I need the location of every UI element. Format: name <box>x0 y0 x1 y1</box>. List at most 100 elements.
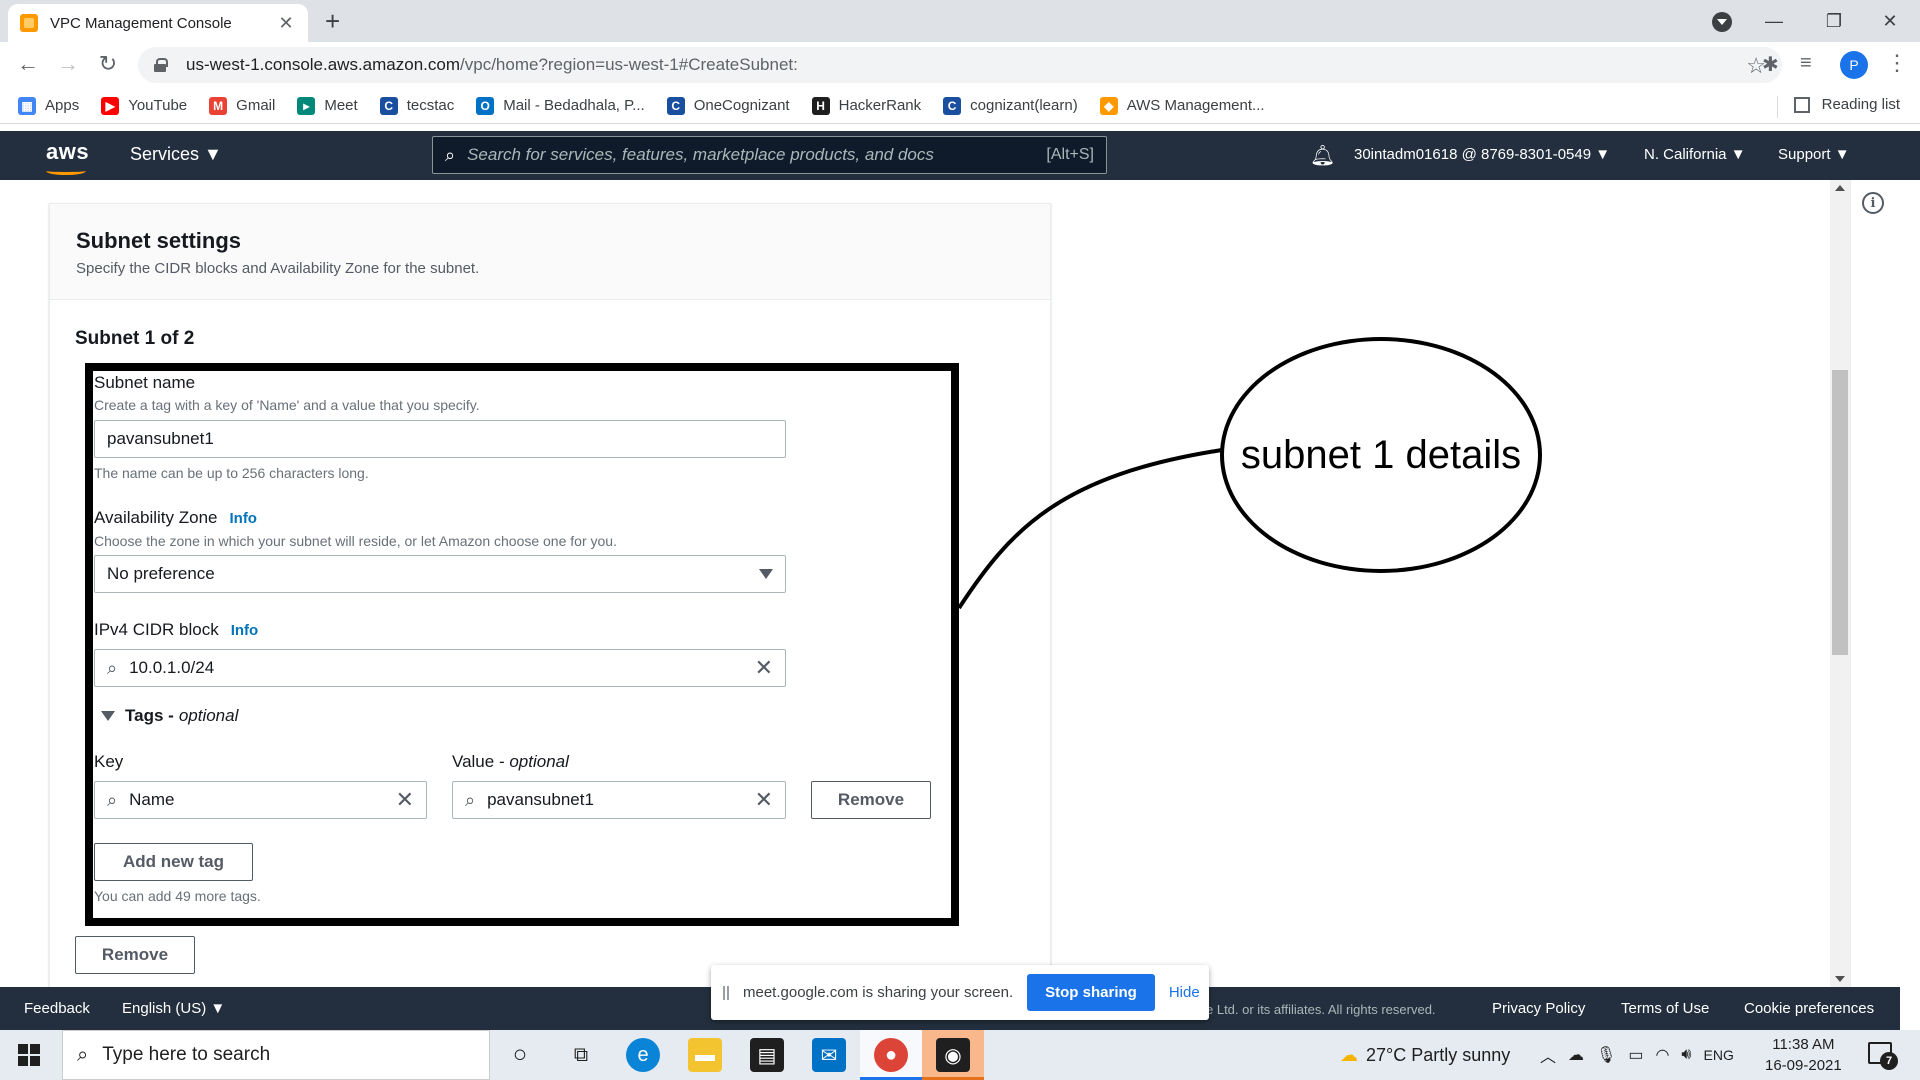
apps-grid-icon: ▦ <box>18 96 36 115</box>
panel-title: Subnet settings <box>76 228 242 253</box>
bookmark-item[interactable]: ▦ Apps <box>18 96 80 115</box>
aws-search-input[interactable]: ⌕ Search for services, features, marketp… <box>432 136 1107 174</box>
bookmarks-bar: ▦ Apps ▶ YouTube M Gmail ▸ Meet Ctecstac O Mail - … <box>0 88 1920 124</box>
tab-title: VPC Management Console <box>50 14 232 32</box>
windows-start-icon[interactable] <box>18 1044 40 1066</box>
partly-sunny-icon: ☁ <box>1340 1044 1358 1065</box>
notification-count: 7 <box>1880 1052 1898 1070</box>
windows-taskbar: ⌕ Type here to search ○ ⧉ e ▬ ▤ ✉ ● ◉ ☁ … <box>0 1030 1920 1080</box>
hackerrank-icon: H <box>811 96 830 115</box>
show-hidden-icons-icon[interactable]: ︿ <box>1540 1043 1556 1067</box>
file-explorer-icon[interactable]: ▬ <box>688 1038 722 1072</box>
volume-icon[interactable]: 🔊︎ <box>1681 1046 1691 1064</box>
remove-subnet-button[interactable]: Remove <box>75 936 195 974</box>
callout-text: subnet 1 details <box>1240 432 1522 477</box>
bookmark-label: cognizant(learn) <box>970 97 1078 114</box>
minimize-button[interactable]: — <box>1746 0 1802 42</box>
youtube-icon: ▶ <box>101 96 120 115</box>
battery-icon[interactable]: ▭ <box>1628 1045 1643 1065</box>
weather-text: 27°C Partly sunny <box>1366 1044 1511 1065</box>
profile-avatar[interactable]: P <box>1840 51 1868 79</box>
browser-toolbar: ← → ↻ us-west-1.console.aws.amazon.com/v… <box>0 42 1920 88</box>
feedback-link[interactable]: Feedback <box>24 1000 90 1017</box>
bookmark-item[interactable]: O Mail - Bedadhala, P... <box>476 96 645 115</box>
bookmark-label: Gmail <box>236 97 276 114</box>
close-window-button[interactable]: ✕ <box>1862 0 1918 42</box>
extensions-puzzle-icon[interactable]: ✱ <box>1762 52 1779 77</box>
region-menu[interactable]: N. California ▼ <box>1644 146 1746 163</box>
screen-capture-app-icon[interactable]: ◉ <box>936 1038 970 1072</box>
cookie-preferences-link[interactable]: Cookie preferences <box>1744 1000 1874 1017</box>
services-menu[interactable]: Services ▼ <box>130 144 222 165</box>
gmail-icon: M <box>209 96 228 115</box>
bookmark-label: Apps <box>45 97 80 114</box>
cognizant-learn-icon: C <box>943 96 962 115</box>
weather-widget[interactable]: ☁ 27°C Partly sunny <box>1340 1030 1510 1080</box>
reading-list-label: Reading list <box>1821 96 1900 113</box>
taskbar-search-box[interactable]: ⌕ Type here to search <box>62 1030 490 1080</box>
annotation-highlight-box <box>85 363 959 926</box>
bookmark-item[interactable]: ▶ YouTube <box>101 96 187 115</box>
maximize-button[interactable]: ❐ <box>1806 0 1862 42</box>
bookmark-item[interactable]: H HackerRank <box>811 96 921 115</box>
browser-tab-vpc[interactable]: VPC Management Console ✕ <box>8 4 308 42</box>
task-view-icon[interactable]: ⧉ <box>564 1038 598 1072</box>
stop-sharing-button[interactable]: Stop sharing <box>1027 974 1155 1011</box>
microphone-icon[interactable]: 🎙︎ <box>1596 1045 1616 1065</box>
support-menu[interactable]: Support ▼ <box>1778 146 1850 163</box>
drag-handle-icon[interactable] <box>723 985 729 1000</box>
system-clock[interactable]: 11:38 AM 16-09-2021 <box>1765 1034 1842 1076</box>
scroll-up-icon[interactable] <box>1835 185 1845 191</box>
page-scrollbar[interactable] <box>1830 180 1850 987</box>
tab-close-icon[interactable]: ✕ <box>276 13 296 34</box>
forward-arrow-icon[interactable]: → <box>52 48 84 80</box>
aws-top-navigation: aws Services ▼ ⌕ Search for services, fe… <box>0 131 1920 180</box>
scroll-thumb[interactable] <box>1832 370 1848 655</box>
hide-sharing-button[interactable]: Hide <box>1169 984 1200 1001</box>
mail-icon[interactable]: ✉ <box>812 1038 846 1072</box>
clock-time: 11:38 AM <box>1772 1036 1835 1053</box>
address-bar[interactable]: us-west-1.console.aws.amazon.com/vpc/hom… <box>138 47 1782 83</box>
input-language[interactable]: ENG <box>1704 1047 1734 1063</box>
new-tab-button[interactable]: + <box>325 6 340 37</box>
notifications-bell-icon[interactable]: 🔔︎ <box>1310 143 1335 168</box>
annotation-callout-bubble: subnet 1 details <box>1220 337 1542 573</box>
back-arrow-icon[interactable]: ← <box>12 48 44 80</box>
privacy-policy-link[interactable]: Privacy Policy <box>1492 1000 1585 1017</box>
panel-header: Subnet settings Specify the CIDR blocks … <box>50 204 1050 300</box>
cortana-icon[interactable]: ○ <box>503 1038 537 1072</box>
screen-sharing-bar: meet.google.com is sharing your screen. … <box>711 965 1209 1020</box>
bookmark-item[interactable]: ▸ Meet <box>297 96 358 115</box>
bookmark-item[interactable]: M Gmail <box>209 96 276 115</box>
bookmark-item[interactable]: C OneCognizant <box>666 96 790 115</box>
aws-logo[interactable]: aws <box>46 139 89 175</box>
notification-center-icon[interactable]: 7 <box>1868 1042 1898 1070</box>
wifi-icon[interactable]: ◠ <box>1655 1045 1669 1065</box>
edge-browser-icon[interactable]: e <box>626 1038 660 1072</box>
bookmark-item[interactable]: Ccognizant(learn) <box>943 96 1078 115</box>
terms-of-use-link[interactable]: Terms of Use <box>1621 1000 1709 1017</box>
system-tray: ︿ ☁ 🎙︎ ▭ ◠ 🔊︎ ENG <box>1540 1030 1734 1080</box>
microsoft-store-icon[interactable]: ▤ <box>750 1038 784 1072</box>
media-queue-icon[interactable]: ≡ <box>1800 52 1812 75</box>
bookmark-item[interactable]: Ctecstac <box>379 96 455 115</box>
reload-icon[interactable]: ↻ <box>92 48 124 80</box>
browser-menu-icon[interactable]: ⋮ <box>1886 50 1908 76</box>
bookmark-label: Mail - Bedadhala, P... <box>503 97 645 114</box>
browser-tab-strip: VPC Management Console ✕ + — ❐ ✕ <box>0 0 1920 42</box>
scroll-down-icon[interactable] <box>1835 976 1845 982</box>
onedrive-icon[interactable]: ☁ <box>1568 1045 1584 1065</box>
meet-icon: ▸ <box>297 96 316 115</box>
bookmarks-separator <box>1777 96 1778 118</box>
chrome-icon[interactable]: ● <box>874 1038 908 1072</box>
bookmark-label: OneCognizant <box>693 97 790 114</box>
account-menu[interactable]: 30intadm01618 @ 8769-8301-0549 ▼ <box>1354 146 1610 163</box>
reading-list-button[interactable]: Reading list <box>1793 96 1900 113</box>
clock-date: 16-09-2021 <box>1765 1057 1842 1074</box>
tab-search-icon[interactable] <box>1712 12 1732 32</box>
bookmark-item[interactable]: ◆ AWS Management... <box>1099 96 1265 115</box>
language-selector[interactable]: English (US) ▼ <box>122 1000 225 1017</box>
help-info-icon[interactable]: i <box>1862 192 1884 214</box>
copyright-text: e Ltd. or its affiliates. All rights res… <box>1206 1002 1436 1017</box>
bookmark-label: tecstac <box>406 97 455 114</box>
